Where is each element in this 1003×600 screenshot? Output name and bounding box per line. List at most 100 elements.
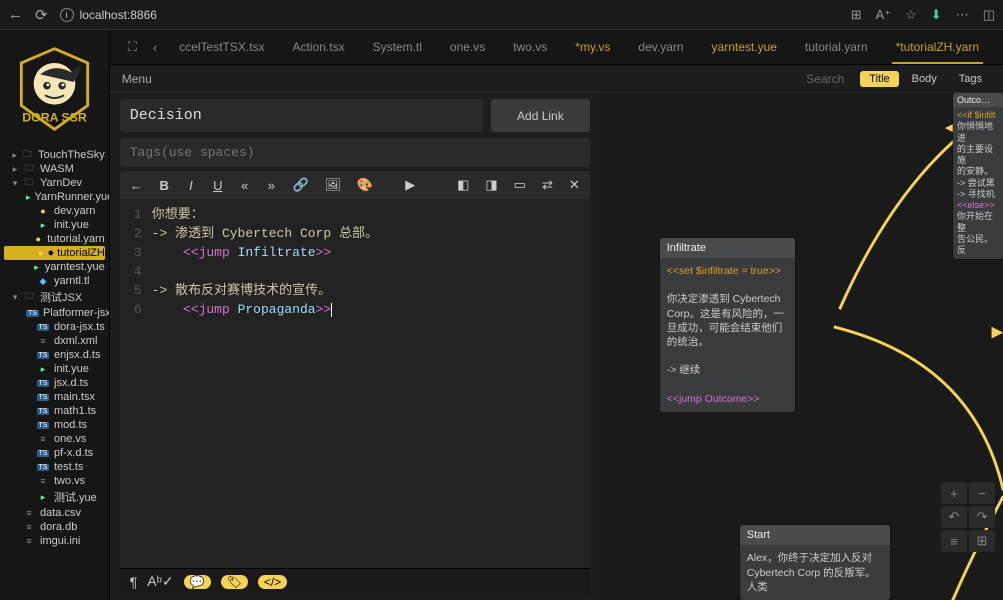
redo-icon[interactable]: ↷: [969, 506, 995, 528]
tree-item-touchthesky[interactable]: ▸🗀TouchTheSky: [0, 148, 109, 162]
editor-bottom-bar: ¶ Aᵇ✓ 💬 🏷 </>: [120, 568, 590, 594]
tag-icon[interactable]: 🏷: [221, 575, 248, 589]
browser-address-bar: ← ⟳ i localhost:8866 ⊞ A⁺ ☆ ⬇ ⋯ ◫: [0, 0, 1003, 30]
mode-body[interactable]: Body: [903, 71, 946, 87]
tree-item-init-yue[interactable]: ▸init.yue: [0, 362, 109, 376]
grid-icon[interactable]: ⊞: [969, 530, 995, 552]
close-icon[interactable]: ✕: [569, 177, 580, 193]
tab-yarntest-yue[interactable]: yarntest.yue: [698, 30, 791, 64]
tab-two-vs[interactable]: two.vs: [499, 30, 561, 64]
underline-icon[interactable]: U: [212, 178, 223, 193]
read-aloud-icon[interactable]: A⁺: [876, 7, 892, 23]
back-arrow-icon[interactable]: ←: [130, 178, 143, 193]
pilcrow-icon[interactable]: ¶: [130, 574, 138, 590]
sort-icon[interactable]: ≡: [941, 530, 967, 552]
file-explorer: DORA SSR ▸🗀TouchTheSky▸🗀WASM▾🗀YarnDev▸Ya…: [0, 30, 110, 600]
tree-item-yarndev[interactable]: ▾🗀YarnDev: [0, 176, 109, 190]
app-icon[interactable]: ⊞: [851, 7, 862, 23]
mode-tags[interactable]: Tags: [950, 71, 991, 87]
menu-bar: Menu Search Title BodyTags: [110, 65, 1003, 93]
tree-item-wasm[interactable]: ▸🗀WASM: [0, 162, 109, 176]
refresh-icon[interactable]: ⟳: [35, 6, 48, 24]
menu-button[interactable]: Menu: [122, 72, 152, 86]
tree-item-one-vs[interactable]: ≡one.vs: [0, 432, 109, 446]
graph-node-infiltrate[interactable]: Infiltrate <<set $infiltrate = true>> 你决…: [660, 238, 795, 412]
code-editor[interactable]: 123456 你想要：-> 渗透到 Cybertech Corp 总部。 <<j…: [120, 199, 590, 568]
tree-item-pf-x-d-ts[interactable]: TSpf-x.d.ts: [0, 446, 109, 460]
tree-item-dora-jsx-ts[interactable]: TSdora-jsx.ts: [0, 320, 109, 334]
tree-item-yarnrunner-yue[interactable]: ▸YarnRunner.yue: [0, 190, 109, 204]
tree-item-enjsx-d-ts[interactable]: TSenjsx.d.ts: [0, 348, 109, 362]
tab-system-tl[interactable]: System.tl: [359, 30, 436, 64]
tree-item-yarntest-yue[interactable]: ▸yarntest.yue: [0, 260, 109, 274]
bold-icon[interactable]: B: [159, 178, 170, 193]
tab-dev-yarn[interactable]: dev.yarn: [624, 30, 697, 64]
zoom-in-icon[interactable]: +: [941, 482, 967, 504]
tree-item-tutorialzh-yarn[interactable]: ●● tutorialZH.yarn: [4, 246, 105, 260]
tree-item-test-ts[interactable]: TStest.ts: [0, 460, 109, 474]
layout1-icon[interactable]: ◧: [457, 177, 469, 193]
tree-item-platformer-jsx-tsx[interactable]: TSPlatformer-jsx.tsx: [0, 306, 109, 320]
graph-node-title: Infiltrate: [660, 238, 795, 258]
url-text: localhost:8866: [80, 8, 157, 22]
layout3-icon[interactable]: ▭: [514, 177, 526, 193]
node-title-input[interactable]: [120, 99, 483, 132]
fullscreen-icon[interactable]: ⛶: [120, 39, 145, 55]
tree-item-dora-db[interactable]: ≡dora.db: [0, 520, 109, 534]
url-box[interactable]: i localhost:8866: [60, 8, 157, 22]
tree-item-math1-ts[interactable]: TSmath1.ts: [0, 404, 109, 418]
search-input[interactable]: Search: [806, 72, 844, 86]
tab--tutorialzh-yarn[interactable]: *tutorialZH.yarn: [882, 30, 993, 64]
tab-action-tsx[interactable]: Action.tsx: [279, 30, 359, 64]
add-link-button[interactable]: Add Link: [491, 99, 590, 132]
sidebar-toggle-icon[interactable]: ◫: [983, 7, 995, 23]
tab-tutorial-yarn[interactable]: tutorial.yarn: [791, 30, 882, 64]
tree-item---jsx[interactable]: ▾🗀测试JSX: [0, 288, 109, 306]
node-editor-panel: Add Link ← B I U « » 🔗 🖼 🎨 ▶ ◧: [110, 93, 600, 600]
code-toggle-icon[interactable]: </>: [258, 575, 287, 589]
graph-node-start[interactable]: Start Alex，你终于决定加入反对 Cybertech Corp 的反叛军…: [740, 525, 890, 600]
spellcheck-icon[interactable]: Aᵇ✓: [147, 573, 173, 590]
undo-icon[interactable]: ↶: [941, 506, 967, 528]
tab-cceltesttsx-tsx[interactable]: ccelTestTSX.tsx: [165, 30, 278, 64]
more-icon[interactable]: ⋯: [956, 7, 969, 23]
swap-icon[interactable]: ⇄: [542, 177, 553, 193]
mode-title[interactable]: Title: [860, 71, 898, 87]
graph-node-title: Start: [740, 525, 890, 545]
tree-item-mod-ts[interactable]: TSmod.ts: [0, 418, 109, 432]
tree-item-main-tsx[interactable]: TSmain.tsx: [0, 390, 109, 404]
tree-item-dev-yarn[interactable]: ●dev.yarn: [0, 204, 109, 218]
code-open-icon[interactable]: «: [239, 178, 250, 193]
tree-item-init-yue[interactable]: ▸init.yue: [0, 218, 109, 232]
tags-input[interactable]: [120, 138, 590, 167]
tree-item-imgui-ini[interactable]: ≡imgui.ini: [0, 534, 109, 548]
palette-icon[interactable]: 🎨: [357, 177, 373, 193]
tree-item-dxml-xml[interactable]: ≡dxml.xml: [0, 334, 109, 348]
editor-toolbar: ← B I U « » 🔗 🖼 🎨 ▶ ◧ ◨ ▭ ⇄ ✕: [120, 171, 590, 199]
graph-node-body: Alex，你终于决定加入反对 Cybertech Corp 的反叛军。人类: [740, 545, 890, 600]
graph-node-outcome[interactable]: Outco… <<if $infilt你悄悄地进的主要设施的安静。-> 尝试黑-…: [953, 93, 1003, 259]
tree-item-jsx-d-ts[interactable]: TSjsx.d.ts: [0, 376, 109, 390]
tab-one-vs[interactable]: one.vs: [436, 30, 499, 64]
italic-icon[interactable]: I: [186, 178, 197, 193]
tree-item----yue[interactable]: ▸测试.yue: [0, 488, 109, 506]
tab--my-vs[interactable]: *my.vs: [561, 30, 624, 64]
tab-bar: ⛶ ‹ ccelTestTSX.tsxAction.tsxSystem.tlon…: [110, 30, 1003, 65]
chat-icon[interactable]: 💬: [184, 575, 211, 589]
back-icon[interactable]: ←: [8, 6, 23, 23]
code-close-icon[interactable]: »: [266, 178, 277, 193]
layout2-icon[interactable]: ◨: [485, 177, 497, 193]
tree-item-two-vs[interactable]: ≡two.vs: [0, 474, 109, 488]
zoom-out-icon[interactable]: −: [969, 482, 995, 504]
tree-item-data-csv[interactable]: ≡data.csv: [0, 506, 109, 520]
link-icon[interactable]: 🔗: [293, 177, 309, 193]
tree-item-tutorial-yarn[interactable]: ●tutorial.yarn: [0, 232, 109, 246]
tab-scroll-left-icon[interactable]: ‹: [145, 40, 165, 55]
graph-canvas[interactable]: Outco… <<if $infilt你悄悄地进的主要设施的安静。-> 尝试黑-…: [600, 93, 1003, 600]
download-icon[interactable]: ⬇: [931, 7, 942, 23]
favorite-icon[interactable]: ☆: [905, 7, 917, 23]
image-icon[interactable]: 🖼: [325, 177, 341, 193]
play-icon[interactable]: ▶: [405, 177, 416, 193]
info-icon[interactable]: i: [60, 8, 74, 22]
tree-item-yarntl-tl[interactable]: ◆yarntl.tl: [0, 274, 109, 288]
